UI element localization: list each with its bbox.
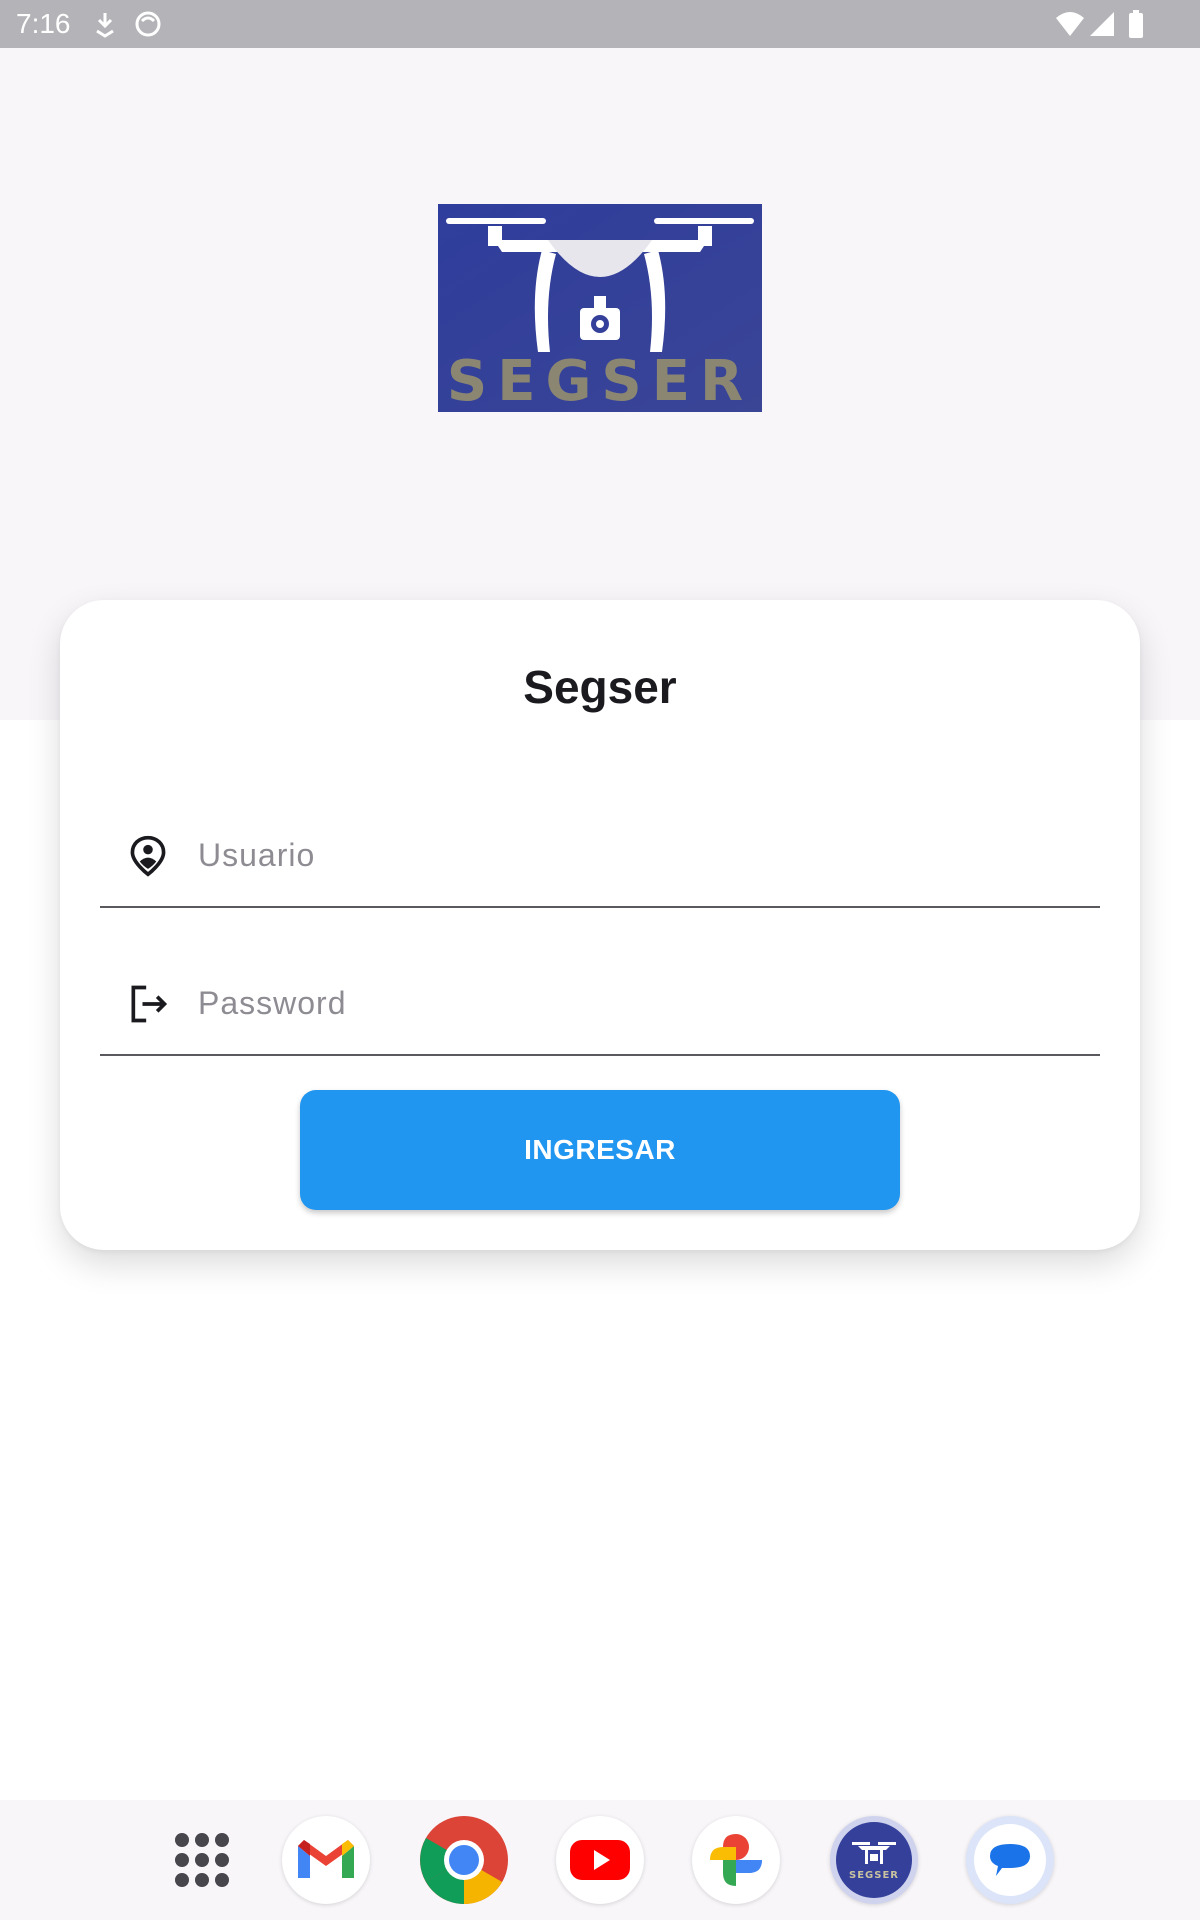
download-icon [96, 13, 114, 38]
segser-app-label: SEGSER [849, 1870, 899, 1881]
battery-icon [1129, 10, 1143, 38]
notification-face-icon [135, 11, 161, 37]
card-title: Segser [523, 661, 677, 713]
segser-logo: SEGSER [438, 204, 762, 412]
youtube-icon[interactable] [556, 1816, 644, 1904]
username-field[interactable] [100, 796, 1100, 908]
logout-icon [131, 985, 168, 1023]
photos-icon[interactable] [692, 1816, 780, 1904]
app-drawer-icon[interactable] [158, 1816, 246, 1904]
status-time: 7:16 [16, 8, 71, 39]
username-input[interactable] [196, 824, 1080, 886]
login-card: Segser INGRESAR [60, 600, 1140, 1250]
gmail-icon[interactable] [282, 1816, 370, 1904]
person-pin-icon [130, 835, 166, 877]
wifi-icon [1056, 12, 1084, 36]
password-field[interactable] [100, 944, 1100, 1056]
app-dock: SEGSER [0, 1800, 1200, 1920]
segser-app-icon[interactable]: SEGSER [830, 1816, 918, 1904]
chrome-icon[interactable] [420, 1816, 508, 1904]
login-button[interactable]: INGRESAR [300, 1090, 900, 1210]
messages-icon[interactable] [966, 1816, 1054, 1904]
logo-text: SEGSER [447, 349, 753, 412]
signal-icon [1090, 12, 1114, 36]
status-bar: 7:16 [0, 0, 1200, 48]
password-input[interactable] [196, 972, 1080, 1034]
